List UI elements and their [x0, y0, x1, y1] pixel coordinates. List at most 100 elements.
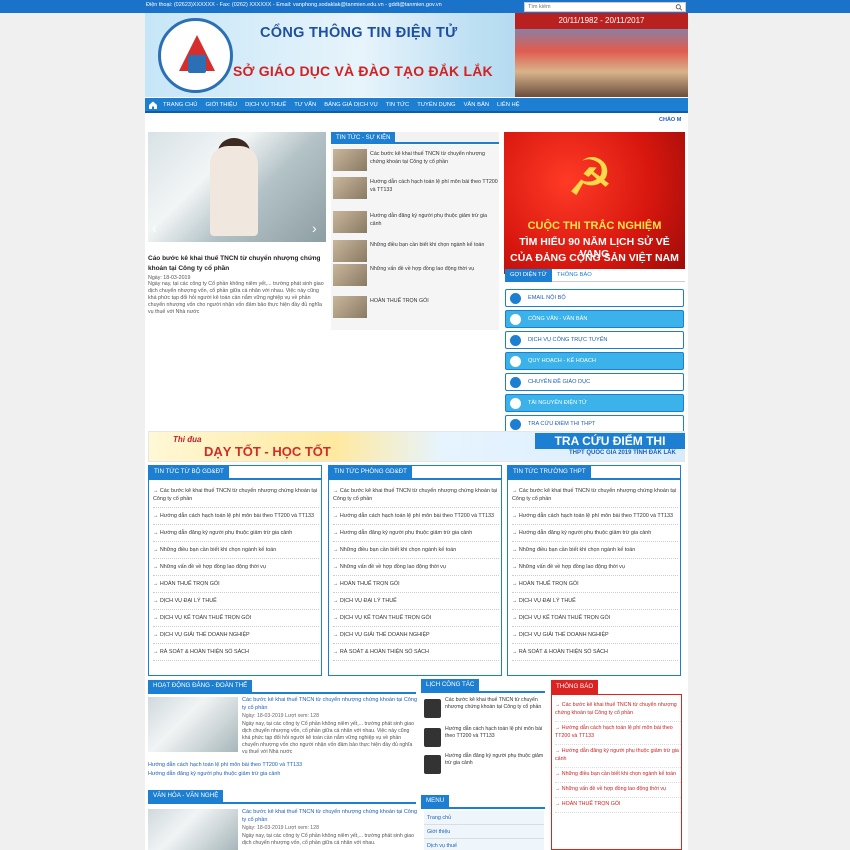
- column-title[interactable]: TIN TỨC TRƯỜNG THPT: [508, 466, 591, 478]
- list-item[interactable]: → DỊCH VỤ KẾ TOÁN THUẾ TRỌN GÓI: [512, 610, 678, 627]
- home-icon[interactable]: [147, 99, 159, 111]
- list-item[interactable]: HOÀN THUẾ TRỌN GÓI: [331, 294, 499, 320]
- list-item[interactable]: → Những vấn đề về hợp đồng lao động thời…: [153, 559, 319, 576]
- column-title[interactable]: TIN TỨC TỪ BỘ GD&ĐT: [149, 466, 229, 478]
- link-online-service[interactable]: DỊCH VỤ CÔNG TRỰC TUYẾN: [505, 331, 684, 349]
- list-item[interactable]: → RÀ SOÁT & HOÀN THIỆN SỔ SÁCH: [512, 644, 678, 661]
- slider-prev-icon[interactable]: ‹: [152, 220, 162, 236]
- list-item[interactable]: → HOÀN THUẾ TRỌN GÓI: [153, 576, 319, 593]
- list-item[interactable]: → Hướng dẫn cách hạch toán lệ phí môn bà…: [555, 722, 681, 745]
- news-thumbnail[interactable]: [333, 177, 367, 199]
- slider-next-icon[interactable]: ›: [312, 220, 322, 236]
- list-item[interactable]: Hướng dẫn đăng ký người phụ thuộc giảm t…: [331, 209, 499, 235]
- link-e-resources[interactable]: TÀI NGUYÊN ĐIỆN TỬ: [505, 394, 684, 412]
- list-item[interactable]: → HOÀN THUẾ TRỌN GÓI: [333, 576, 499, 593]
- featured-slider[interactable]: ‹ ›: [148, 132, 326, 242]
- sub-link[interactable]: Hướng dẫn cách hạch toán lệ phí môn bài …: [148, 762, 302, 768]
- schedule-item[interactable]: Hướng dẫn cách hạch toán lệ phí môn bài …: [424, 726, 544, 752]
- culture-news-item[interactable]: Các bước kê khai thuế TNCN từ chuyển như…: [148, 809, 418, 850]
- list-item[interactable]: → DỊCH VỤ KẾ TOÁN THUẾ TRỌN GÓI: [333, 610, 499, 627]
- menu-item-tax[interactable]: Dịch vụ thuế: [424, 839, 544, 850]
- news-title[interactable]: Các bước kê khai thuế TNCN từ chuyển như…: [242, 809, 418, 824]
- featured-title[interactable]: Cáo bước kê khai thuế TNCN từ chuyển như…: [148, 254, 326, 274]
- list-item[interactable]: → Những điều bạn cần biết khi chọn ngành…: [153, 542, 319, 559]
- list-item[interactable]: → Hướng dẫn cách hạch toán lệ phí môn bà…: [153, 508, 319, 525]
- list-item[interactable]: → Hướng dẫn đăng ký người phụ thuộc giảm…: [333, 525, 499, 542]
- list-item[interactable]: → Những điều bạn cần biết khi chọn ngành…: [512, 542, 678, 559]
- list-item[interactable]: → RÀ SOÁT & HOÀN THIỆN SỔ SÁCH: [153, 644, 319, 661]
- list-item[interactable]: → Các bước kê khai thuế TNCN từ chuyển n…: [555, 699, 681, 722]
- list-item[interactable]: → HOÀN THUẾ TRỌN GÓI: [555, 798, 681, 813]
- section-title-schedule[interactable]: LỊCH CÔNG TÁC: [421, 679, 480, 691]
- contest-poster[interactable]: ☭ CUỘC THI TRẮC NGHIỆM TÌM HIỂU 90 NĂM L…: [504, 132, 685, 274]
- list-item[interactable]: → DỊCH VỤ GIẢI THỂ DOANH NGHIỆP: [153, 627, 319, 644]
- list-item[interactable]: → DỊCH VỤ ĐẠI LÝ THUẾ: [153, 593, 319, 610]
- nav-contact[interactable]: LIÊN HỆ: [493, 98, 524, 113]
- list-item[interactable]: → HOÀN THUẾ TRỌN GÓI: [512, 576, 678, 593]
- list-item[interactable]: Những điều bạn cần biết khi chọn ngành k…: [331, 238, 499, 264]
- link-email[interactable]: EMAIL NỘI BỘ: [505, 289, 684, 307]
- list-item[interactable]: → Những điều bạn cần biết khi chọn ngành…: [333, 542, 499, 559]
- news-thumbnail[interactable]: [333, 149, 367, 171]
- schedule-item[interactable]: Các bước kê khai thuế TNCN từ chuyển như…: [424, 697, 544, 725]
- link-documents[interactable]: CÔNG VĂN - VĂN BẢN: [505, 310, 684, 328]
- nav-news[interactable]: TIN TỨC: [382, 98, 414, 113]
- list-item[interactable]: → DỊCH VỤ GIẢI THỂ DOANH NGHIỆP: [512, 627, 678, 644]
- news-thumbnail[interactable]: [333, 296, 367, 318]
- news-thumbnail[interactable]: [148, 809, 238, 850]
- site-logo[interactable]: [158, 18, 233, 93]
- nav-about[interactable]: GIỚI THIỆU: [201, 98, 241, 113]
- list-item[interactable]: → Những vấn đề về hợp đồng lao động thời…: [555, 783, 681, 798]
- nav-home[interactable]: TRANG CHỦ: [159, 98, 201, 113]
- schedule-item[interactable]: Hướng dẫn đăng ký người phụ thuộc giảm t…: [424, 753, 544, 779]
- search-input[interactable]: [525, 3, 665, 11]
- search-box[interactable]: [524, 2, 686, 12]
- list-item[interactable]: → Những vấn đề về hợp đồng lao động thời…: [333, 559, 499, 576]
- tab-news-events[interactable]: TIN TỨC - SỰ KIỆN: [331, 132, 396, 144]
- section-title-announcement[interactable]: THÔNG BÁO: [551, 680, 599, 694]
- list-item[interactable]: → Hướng dẫn cách hạch toán lệ phí môn bà…: [512, 508, 678, 525]
- search-icon[interactable]: [675, 4, 683, 11]
- list-item[interactable]: Các bước kê khai thuế TNCN từ chuyển như…: [331, 147, 499, 173]
- book-icon: [510, 377, 521, 388]
- nav-documents[interactable]: VĂN BẢN: [460, 98, 493, 113]
- column-title[interactable]: TIN TỨC PHÒNG GD&ĐT: [329, 466, 412, 478]
- list-item[interactable]: Những vấn đề về hợp đồng lao động thời v…: [331, 262, 499, 288]
- list-item[interactable]: → DỊCH VỤ ĐẠI LÝ THUẾ: [512, 593, 678, 610]
- list-item[interactable]: → Những điều bạn cần biết khi chọn ngành…: [555, 768, 681, 783]
- nav-pricing[interactable]: BẢNG GIÁ DỊCH VỤ: [320, 98, 381, 113]
- list-item[interactable]: → Hướng dẫn đăng ký người phụ thuộc giảm…: [555, 745, 681, 768]
- list-item[interactable]: → DỊCH VỤ GIẢI THỂ DOANH NGHIỆP: [333, 627, 499, 644]
- promo-banner[interactable]: Thi đua DẠY TỐT - HỌC TỐT TRA CỨU ĐIỂM T…: [148, 431, 685, 462]
- list-item[interactable]: → Hướng dẫn đăng ký người phụ thuộc giảm…: [153, 525, 319, 542]
- sub-link[interactable]: Hướng dẫn đăng ký người phụ thuộc giảm t…: [148, 771, 280, 777]
- list-item[interactable]: → Các bước kê khai thuế TNCN từ chuyển n…: [512, 483, 678, 508]
- list-item[interactable]: → Những vấn đề về hợp đồng lao động thời…: [512, 559, 678, 576]
- list-item[interactable]: Hướng dẫn cách hạch toán lệ phí môn bài …: [331, 175, 499, 201]
- section-title-culture[interactable]: VĂN HÓA - VĂN NGHỆ: [148, 790, 224, 802]
- section-title-menu[interactable]: MENU: [421, 795, 450, 807]
- list-item[interactable]: → DỊCH VỤ KẾ TOÁN THUẾ TRỌN GÓI: [153, 610, 319, 627]
- tab-announcement[interactable]: THÔNG BÁO: [552, 269, 597, 282]
- list-item[interactable]: → Hướng dẫn cách hạch toán lệ phí môn bà…: [333, 508, 499, 525]
- section-title-party[interactable]: HOẠT ĐỘNG ĐẢNG - ĐOÀN THỂ: [148, 680, 253, 692]
- news-thumbnail[interactable]: [333, 240, 367, 262]
- news-thumbnail[interactable]: [333, 264, 367, 286]
- menu-item-home[interactable]: Trang chủ: [424, 811, 544, 825]
- list-item[interactable]: → Hướng dẫn đăng ký người phụ thuộc giảm…: [512, 525, 678, 542]
- menu-item-about[interactable]: Giới thiệu: [424, 825, 544, 839]
- list-item[interactable]: → Các bước kê khai thuế TNCN từ chuyển n…: [333, 483, 499, 508]
- news-title[interactable]: Các bước kê khai thuế TNCN từ chuyển như…: [242, 697, 418, 712]
- news-thumbnail[interactable]: [148, 697, 238, 752]
- link-education-topic[interactable]: CHUYÊN ĐỀ GIÁO DỤC: [505, 373, 684, 391]
- nav-consult[interactable]: TƯ VẤN: [290, 98, 320, 113]
- nav-recruit[interactable]: TUYỂN DỤNG: [413, 98, 459, 113]
- list-item[interactable]: → Các bước kê khai thuế TNCN từ chuyển n…: [153, 483, 319, 508]
- link-planning[interactable]: QUY HOẠCH - KẾ HOẠCH: [505, 352, 684, 370]
- list-item[interactable]: → RÀ SOÁT & HOÀN THIỆN SỔ SÁCH: [333, 644, 499, 661]
- list-item[interactable]: → DỊCH VỤ ĐẠI LÝ THUẾ: [333, 593, 499, 610]
- news-thumbnail[interactable]: [333, 211, 367, 233]
- main-nav: TRANG CHỦ GIỚI THIỆU DỊCH VỤ THUẾ TƯ VẤN…: [145, 98, 688, 113]
- nav-tax-service[interactable]: DỊCH VỤ THUẾ: [241, 98, 290, 113]
- tab-egov[interactable]: GỢI DIỆN TỬ: [505, 269, 552, 282]
